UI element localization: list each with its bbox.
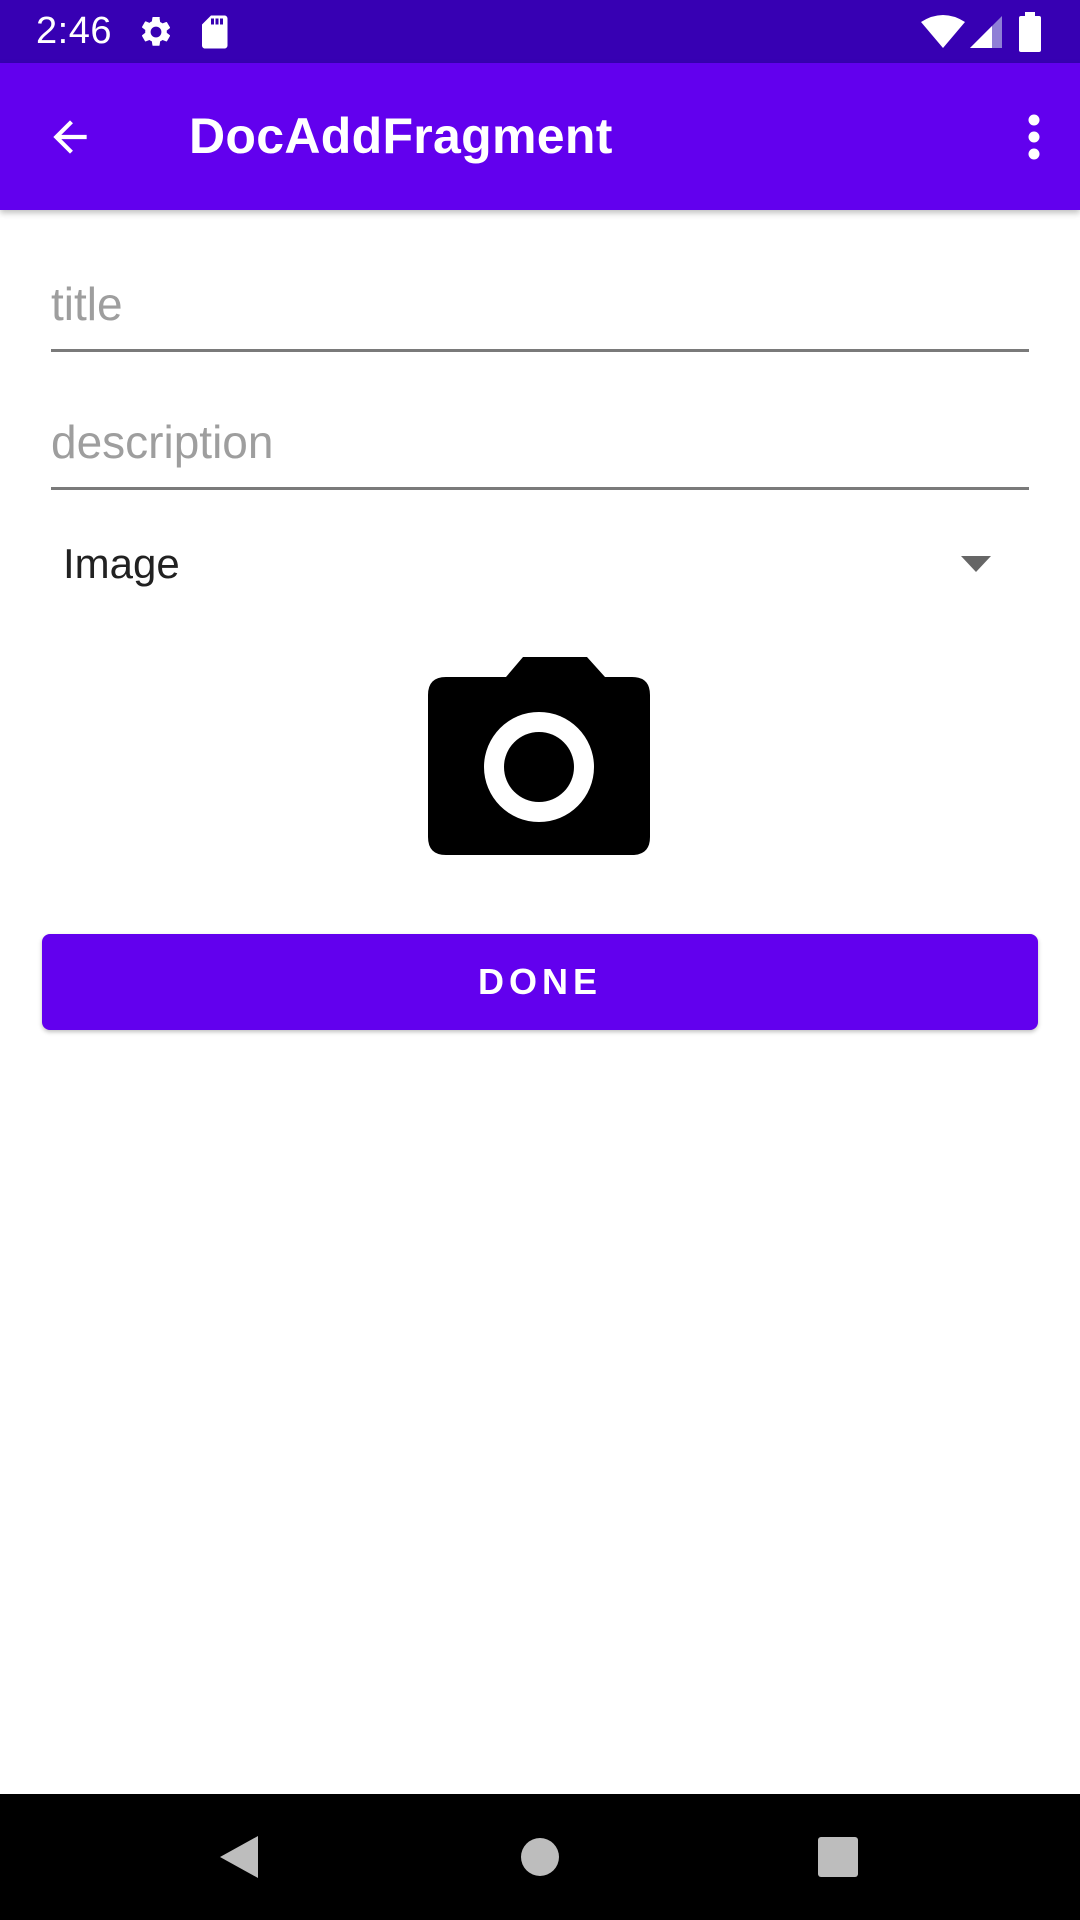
settings-icon [138,0,174,63]
nav-home-icon [521,1838,559,1876]
cell-signal-icon [968,0,1004,63]
sd-card-icon [198,0,230,63]
more-vert-icon [1028,114,1040,160]
dropdown-arrow-icon [961,556,991,572]
description-field[interactable] [51,400,1029,490]
type-spinner-value: Image [63,540,180,587]
status-time: 2:46 [36,10,112,52]
overflow-menu-button[interactable] [988,91,1080,183]
nav-home-button[interactable] [492,1812,588,1902]
nav-back-icon [220,1836,258,1878]
camera-icon [428,657,650,855]
camera-button[interactable] [428,655,650,855]
status-bar: 2:46 [0,0,1080,63]
title-field[interactable] [51,262,1029,352]
app-bar: DocAddFragment [0,63,1080,210]
done-button[interactable]: DONE [42,934,1038,1030]
wifi-icon [920,0,966,63]
title-input[interactable] [51,262,1029,346]
nav-recents-button[interactable] [790,1812,886,1902]
system-nav-bar [0,1794,1080,1920]
nav-back-button[interactable] [191,1812,287,1902]
page-title: DocAddFragment [189,108,613,164]
battery-icon [1018,0,1042,63]
nav-recents-icon [818,1837,858,1877]
description-input[interactable] [51,400,1029,484]
back-button[interactable] [24,91,116,183]
arrow-back-icon [53,120,87,154]
type-spinner[interactable]: Image [51,520,1029,608]
